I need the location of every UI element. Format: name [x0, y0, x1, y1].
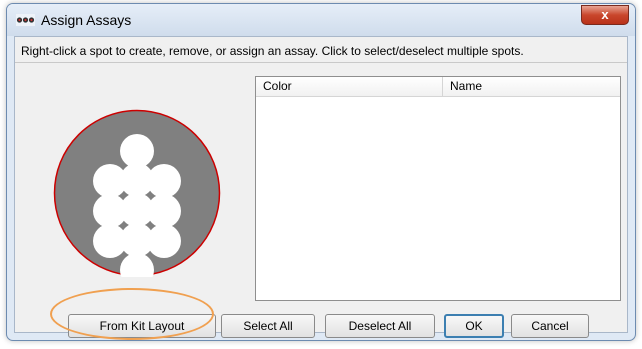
- table-header: Color Name: [256, 77, 620, 97]
- close-icon: x: [601, 7, 609, 22]
- assay-table[interactable]: Color Name: [255, 76, 621, 301]
- column-header-name[interactable]: Name: [443, 77, 620, 96]
- assign-assays-dialog: Assign Assays x Right-click a spot to cr…: [6, 3, 636, 341]
- cancel-button[interactable]: Cancel: [511, 314, 589, 338]
- assay-spot[interactable]: [93, 224, 127, 258]
- assay-spot[interactable]: [120, 134, 154, 168]
- divider: [15, 62, 627, 63]
- spot-disk[interactable]: [53, 109, 221, 277]
- select-all-button[interactable]: Select All: [221, 314, 315, 338]
- column-header-color[interactable]: Color: [256, 77, 443, 96]
- window-title: Assign Assays: [41, 12, 132, 28]
- deselect-all-button[interactable]: Deselect All: [325, 314, 435, 338]
- title-bar[interactable]: Assign Assays x: [7, 4, 635, 36]
- dialog-body: Right-click a spot to create, remove, or…: [14, 36, 628, 338]
- ok-button[interactable]: OK: [444, 314, 504, 338]
- instruction-text: Right-click a spot to create, remove, or…: [21, 44, 524, 58]
- assay-spot[interactable]: [147, 224, 181, 258]
- assay-wells-icon: [16, 14, 35, 26]
- assay-spot[interactable]: [147, 194, 181, 228]
- assay-spot[interactable]: [147, 164, 181, 198]
- from-kit-layout-button[interactable]: From Kit Layout: [68, 314, 216, 338]
- close-button[interactable]: x: [581, 5, 629, 25]
- assay-spot[interactable]: [93, 194, 127, 228]
- assay-spot[interactable]: [93, 164, 127, 198]
